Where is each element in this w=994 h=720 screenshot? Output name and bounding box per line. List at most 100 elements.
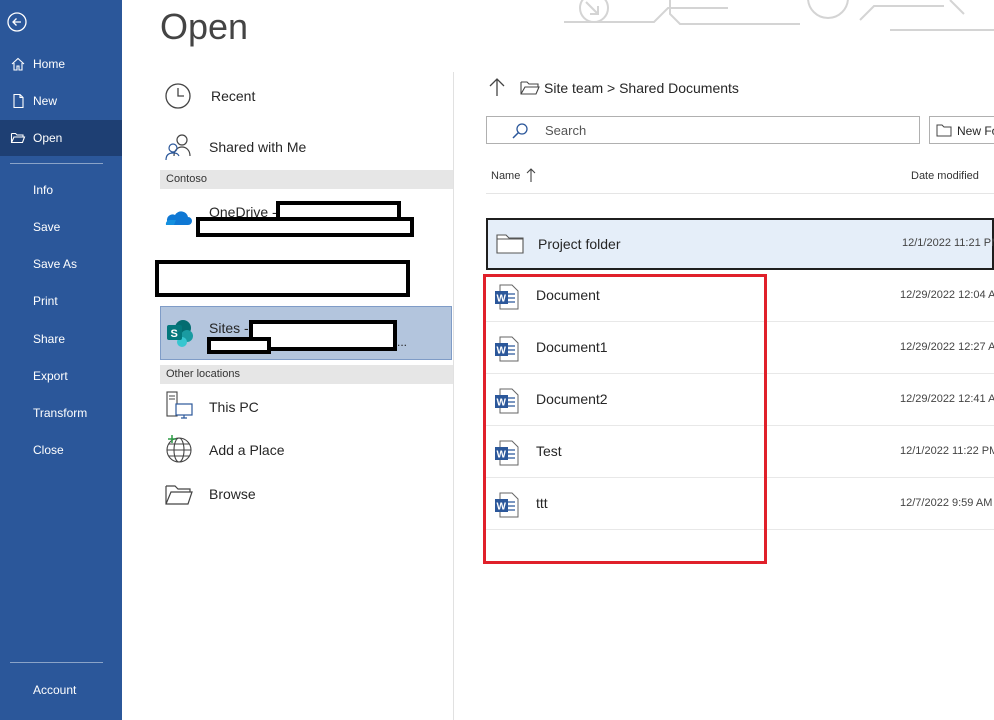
- clock-icon: [165, 83, 191, 109]
- nav-export[interactable]: Export: [0, 358, 122, 394]
- nav-open-label: Open: [33, 131, 63, 145]
- new-folder-icon: [936, 124, 952, 137]
- file-date: 12/1/2022 11:21 PM: [902, 237, 994, 249]
- location-this-pc[interactable]: This PC: [160, 390, 453, 422]
- row-divider: [486, 529, 994, 530]
- computer-icon: [166, 391, 193, 419]
- group-header-contoso: Contoso: [160, 170, 453, 189]
- nav-export-label: Export: [33, 369, 68, 383]
- file-date: 12/29/2022 12:41 AM: [900, 393, 994, 405]
- column-header-name-label: Name: [491, 170, 521, 182]
- nav-print[interactable]: Print: [0, 283, 122, 319]
- nav-divider-bottom: [10, 662, 103, 663]
- search-icon: [512, 123, 528, 139]
- file-name: Document2: [536, 391, 608, 407]
- nav-share[interactable]: Share: [0, 321, 122, 357]
- nav-new-label: New: [33, 94, 58, 108]
- open-folder-icon: [10, 132, 26, 144]
- word-document-icon: W: [495, 284, 519, 310]
- onedrive-cloud-icon: [165, 211, 192, 225]
- redaction-box: [196, 217, 414, 237]
- nav-save-as[interactable]: Save As: [0, 246, 122, 282]
- nav-transform-label: Transform: [33, 406, 88, 420]
- back-arrow-icon[interactable]: [7, 12, 27, 32]
- svg-text:W: W: [497, 502, 507, 513]
- file-row-project-folder[interactable]: Project folder 12/1/2022 11:21 PM: [486, 218, 994, 270]
- location-shared-label: Shared with Me: [209, 139, 307, 155]
- file-row-test[interactable]: W Test 12/1/2022 11:22 PM: [486, 426, 994, 478]
- new-folder-button[interactable]: New Fo: [929, 116, 994, 144]
- nav-print-label: Print: [33, 294, 58, 308]
- nav-account-label: Account: [33, 683, 77, 697]
- column-divider: [453, 72, 454, 720]
- nav-save[interactable]: Save: [0, 209, 122, 245]
- file-date: 12/1/2022 11:22 PM: [900, 445, 994, 457]
- svg-text:W: W: [497, 346, 507, 357]
- file-name: Document: [536, 287, 600, 303]
- location-browse-label: Browse: [209, 486, 256, 502]
- location-browse[interactable]: Browse: [160, 480, 453, 510]
- file-row-document1[interactable]: W Document1 12/29/2022 12:27 AM: [486, 322, 994, 374]
- svg-text:S: S: [171, 328, 178, 340]
- redaction-box: [207, 337, 271, 354]
- nav-save-label: Save: [33, 220, 61, 234]
- nav-open[interactable]: Open: [0, 120, 122, 156]
- location-add-place-label: Add a Place: [209, 442, 285, 458]
- word-document-icon: W: [495, 388, 519, 414]
- file-date: 12/29/2022 12:27 AM: [900, 341, 994, 353]
- column-header-name[interactable]: Name: [491, 166, 551, 186]
- nav-close-label: Close: [33, 443, 64, 457]
- nav-divider: [10, 163, 103, 164]
- word-document-icon: W: [495, 492, 519, 518]
- location-sites-label: Sites -: [209, 320, 249, 336]
- backstage-nav: Home New Open Info Save Save As Print Sh…: [0, 0, 122, 720]
- file-date: 12/29/2022 12:04 AM: [900, 289, 994, 301]
- nav-info[interactable]: Info: [0, 172, 122, 208]
- svg-text:W: W: [497, 294, 507, 305]
- circuit-decoration: [564, 0, 994, 31]
- location-this-pc-label: This PC: [209, 399, 259, 415]
- location-recent[interactable]: Recent: [160, 82, 453, 112]
- search-input[interactable]: Search: [486, 116, 920, 144]
- file-row-document2[interactable]: W Document2 12/29/2022 12:41 AM: [486, 374, 994, 426]
- file-date: 12/7/2022 9:59 AM: [900, 497, 993, 509]
- up-arrow-icon[interactable]: [488, 77, 506, 97]
- word-document-icon: W: [495, 440, 519, 466]
- page-title: Open: [160, 6, 249, 47]
- file-name: Test: [536, 443, 562, 459]
- header-divider: [486, 193, 994, 194]
- new-doc-icon: [13, 93, 24, 109]
- sort-ascending-icon: [526, 168, 536, 182]
- file-name: ttt: [536, 495, 548, 511]
- nav-home-label: Home: [33, 57, 66, 71]
- redaction-box: [155, 260, 410, 297]
- location-sites-ellipsis: ...: [397, 335, 408, 349]
- breadcrumb-path[interactable]: Site team > Shared Documents: [544, 80, 739, 96]
- file-row-document[interactable]: W Document 12/29/2022 12:04 AM: [486, 270, 994, 322]
- location-shared-with-me[interactable]: Shared with Me: [160, 132, 453, 162]
- location-add-a-place[interactable]: Add a Place: [160, 434, 453, 466]
- nav-save-as-label: Save As: [33, 257, 78, 271]
- new-folder-label: New Fo: [957, 124, 994, 138]
- sharepoint-icon: S: [167, 320, 193, 347]
- file-name: Document1: [536, 339, 608, 355]
- file-name: Project folder: [538, 236, 621, 252]
- nav-home[interactable]: Home: [0, 46, 122, 82]
- folder-icon: [520, 81, 540, 95]
- word-document-icon: W: [495, 336, 519, 362]
- nav-share-label: Share: [33, 332, 66, 346]
- group-header-other-locations: Other locations: [160, 365, 453, 384]
- svg-text:W: W: [497, 398, 507, 409]
- search-placeholder: Search: [545, 123, 587, 138]
- nav-transform[interactable]: Transform: [0, 395, 122, 431]
- location-recent-label: Recent: [211, 88, 256, 104]
- column-header-date-modified[interactable]: Date modified: [911, 170, 979, 182]
- people-icon: [165, 134, 191, 161]
- file-row-ttt[interactable]: W ttt 12/7/2022 9:59 AM: [486, 478, 994, 530]
- svg-text:W: W: [497, 450, 507, 461]
- folder-icon: [496, 234, 524, 254]
- nav-close[interactable]: Close: [0, 432, 122, 468]
- nav-account[interactable]: Account: [0, 672, 122, 708]
- folder-browse-icon: [165, 485, 193, 505]
- nav-new[interactable]: New: [0, 83, 122, 119]
